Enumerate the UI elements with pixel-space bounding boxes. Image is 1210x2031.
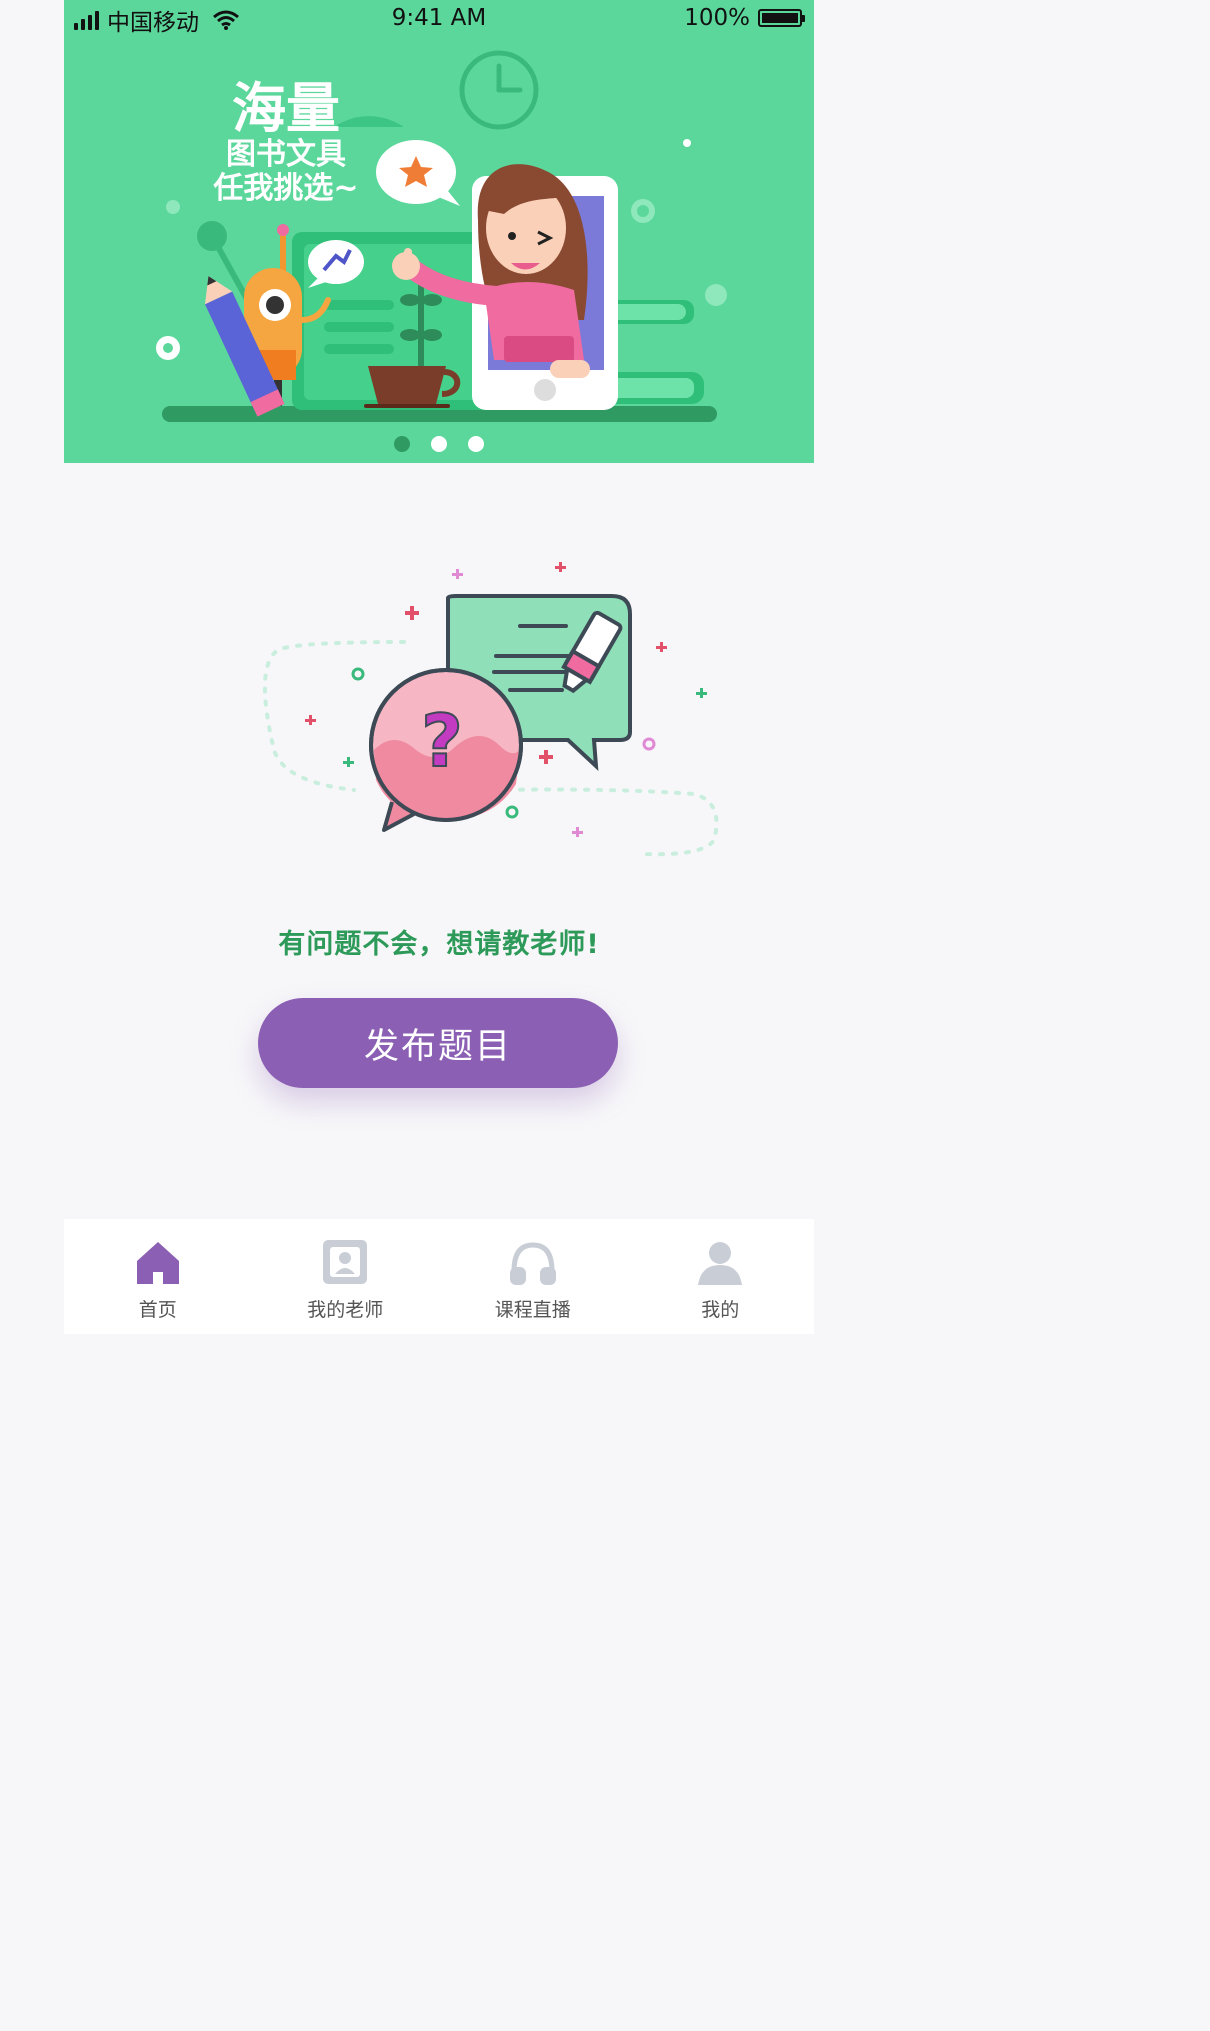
tab-home-label: 首页 — [138, 1299, 177, 1321]
teacher-card-icon — [323, 1240, 368, 1284]
status-bar: 中国移动 9:41 AM 100% — [64, 0, 814, 38]
bottom-tab-bar: 首页 我的老师 课程直播 我的 — [64, 1219, 814, 1334]
user-icon — [698, 1242, 743, 1285]
svg-text:?: ? — [421, 699, 463, 783]
phone-screen: 海量 图书文具 任我挑选~ 中国移动 9:41 AM 100% ? 有问题不会，… — [64, 0, 814, 1335]
banner-headline-line2: 图书文具 — [226, 137, 346, 172]
help-prompt-text: 有问题不会，想请教老师! — [278, 929, 600, 960]
banner-pager[interactable] — [64, 436, 814, 452]
pager-dot-1[interactable] — [394, 436, 410, 452]
tab-my-teacher-label: 我的老师 — [307, 1299, 384, 1321]
banner-headline-big: 海量 — [232, 77, 340, 140]
tab-me-label: 我的 — [701, 1299, 740, 1321]
question-chat-illustration: ? — [262, 562, 719, 857]
home-icon — [136, 1242, 179, 1284]
promo-banner[interactable]: 海量 图书文具 任我挑选~ — [64, 0, 814, 463]
tab-me[interactable]: 我的 — [627, 1219, 815, 1334]
publish-question-button[interactable]: 发布题目 — [258, 998, 618, 1088]
pager-dot-3[interactable] — [468, 436, 484, 452]
battery-icon — [758, 9, 805, 27]
tab-live-course[interactable]: 课程直播 — [439, 1219, 627, 1334]
banner-headline-line3: 任我挑选~ — [213, 171, 359, 206]
tab-my-teacher[interactable]: 我的老师 — [252, 1219, 440, 1334]
tab-live-course-label: 课程直播 — [494, 1299, 571, 1321]
tab-home[interactable]: 首页 — [64, 1219, 252, 1334]
headphones-icon — [509, 1242, 556, 1285]
pager-dot-2[interactable] — [431, 436, 447, 452]
battery-percent: 100% — [684, 5, 750, 31]
banner-illustration — [156, 50, 727, 422]
